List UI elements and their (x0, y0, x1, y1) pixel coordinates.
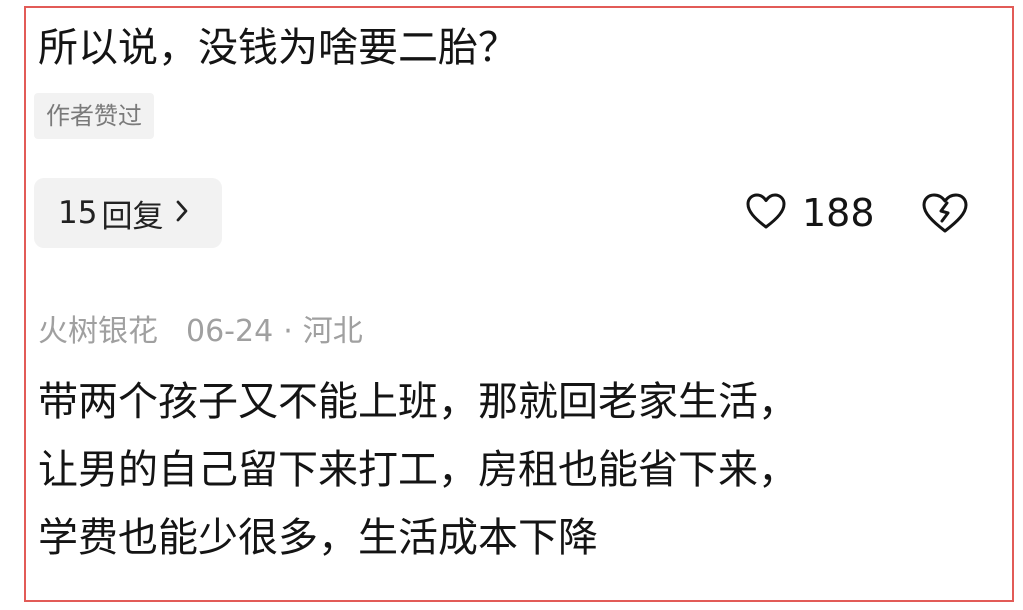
reply-line: 学费也能少很多，生活成本下降 (38, 515, 598, 561)
reply-text: 带两个孩子又不能上班，那就回老家生活， 让男的自己留下来打工，房租也能省下来， … (38, 368, 998, 572)
comment-text: 所以说，没钱为啥要二胎？ (38, 25, 518, 71)
replies-count: 15 (58, 195, 98, 231)
reply-date: 06-24 (186, 314, 274, 349)
like-count: 188 (802, 191, 875, 235)
replies-label: 回复 (101, 198, 164, 235)
chevron-right-icon (175, 195, 189, 231)
view-replies-button[interactable]: 15 回复 (34, 178, 222, 248)
broken-heart-icon (918, 193, 972, 240)
heart-icon (744, 191, 788, 235)
reply-location: 河北 (302, 314, 363, 349)
author-liked-badge: 作者赞过 (34, 93, 154, 139)
reply-username[interactable]: 火树银花 (38, 314, 158, 349)
reply-line: 带两个孩子又不能上班，那就回老家生活， (38, 379, 798, 425)
like-button[interactable]: 188 (744, 190, 875, 236)
reply-meta: 火树银花 06-24 · 河北 (38, 310, 363, 354)
meta-separator: · (283, 314, 293, 349)
dislike-button[interactable] (918, 190, 972, 236)
reply-line: 让男的自己留下来打工，房租也能省下来， (38, 447, 798, 493)
